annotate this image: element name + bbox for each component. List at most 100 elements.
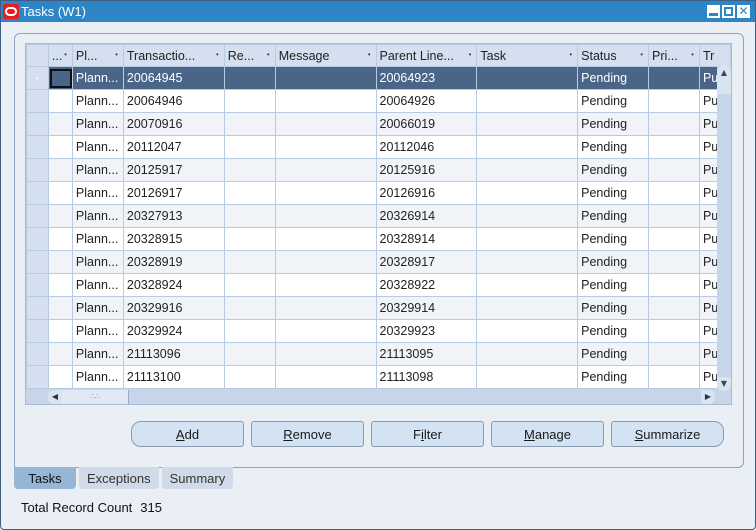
cell-plan[interactable]: Plann... (71, 250, 124, 274)
cell-transaction[interactable]: 21113100 (122, 365, 225, 389)
flag-cell[interactable] (47, 66, 73, 90)
cell-re[interactable] (223, 319, 276, 343)
cell-plan[interactable]: Plann... (71, 227, 124, 251)
column-header-message[interactable]: Message • (274, 44, 377, 67)
cell-task[interactable] (476, 227, 579, 251)
cell-parent-line[interactable]: 20326914 (375, 204, 478, 228)
table-row[interactable]: Plann... 20327913 20326914 Pending Pu (26, 204, 731, 228)
table-row[interactable]: Plann... 20125917 20125916 Pending Pu (26, 158, 731, 182)
flag-cell[interactable] (47, 319, 73, 343)
cell-task[interactable] (476, 158, 579, 182)
cell-parent-line[interactable]: 20328914 (375, 227, 478, 251)
flag-cell[interactable] (47, 112, 73, 136)
cell-re[interactable] (223, 135, 276, 159)
flag-cell[interactable] (47, 158, 73, 182)
tab-exceptions[interactable]: Exceptions (79, 467, 159, 489)
cell-status[interactable]: Pending (577, 112, 650, 136)
maximize-button[interactable] (722, 5, 735, 18)
cell-message[interactable] (274, 135, 377, 159)
flag-cell[interactable] (47, 89, 73, 113)
row-selector[interactable] (26, 158, 49, 182)
sort-indicator-icon[interactable]: • (640, 50, 643, 59)
cell-transaction[interactable]: 20328924 (122, 273, 225, 297)
cell-task[interactable] (476, 365, 579, 389)
cell-priority[interactable] (648, 250, 700, 274)
manage-button[interactable]: Manage (491, 421, 604, 447)
filter-button[interactable]: Fi lter (371, 421, 484, 447)
cell-parent-line[interactable]: 21113095 (375, 342, 478, 366)
cell-priority[interactable] (648, 89, 700, 113)
flag-cell[interactable] (47, 227, 73, 251)
cell-status[interactable]: Pending (577, 204, 650, 228)
cell-priority[interactable] (648, 112, 700, 136)
row-selector[interactable] (26, 365, 49, 389)
cell-parent-line[interactable]: 20064926 (375, 89, 478, 113)
table-row[interactable]: Plann... 20126917 20126916 Pending Pu (26, 181, 731, 205)
cell-transaction[interactable]: 20070916 (122, 112, 225, 136)
column-header-tr[interactable]: Tr (698, 44, 731, 67)
cell-status[interactable]: Pending (577, 66, 650, 90)
close-button[interactable]: ✕ (737, 5, 750, 18)
cell-status[interactable]: Pending (577, 296, 650, 320)
cell-message[interactable] (274, 112, 377, 136)
cell-re[interactable] (223, 296, 276, 320)
cell-transaction[interactable]: 20112047 (122, 135, 225, 159)
horizontal-scrollbar[interactable]: ◀ ∴∴ ▶ (48, 390, 715, 404)
cell-plan[interactable]: Plann... (71, 204, 124, 228)
column-header-priority[interactable]: Pri... • (648, 44, 700, 67)
remove-button[interactable]: Remove (251, 421, 364, 447)
cell-re[interactable] (223, 342, 276, 366)
cell-status[interactable]: Pending (577, 319, 650, 343)
add-button[interactable]: Add (131, 421, 244, 447)
cell-parent-line[interactable]: 21113098 (375, 365, 478, 389)
row-selector[interactable] (26, 89, 49, 113)
cell-parent-line[interactable]: 20125916 (375, 158, 478, 182)
cell-task[interactable] (476, 296, 579, 320)
cell-transaction[interactable]: 20125917 (122, 158, 225, 182)
row-selector[interactable] (26, 204, 49, 228)
cell-re[interactable] (223, 89, 276, 113)
scroll-right-arrow-icon[interactable]: ▶ (701, 390, 715, 404)
cell-task[interactable] (476, 204, 579, 228)
cell-transaction[interactable]: 20329916 (122, 296, 225, 320)
cell-re[interactable] (223, 181, 276, 205)
cell-parent-line[interactable]: 20064923 (375, 66, 478, 90)
column-header-task[interactable]: Task • (476, 44, 579, 67)
row-selector[interactable] (26, 227, 49, 251)
flag-cell[interactable] (47, 181, 73, 205)
summarize-button[interactable]: Summarize (611, 421, 724, 447)
cell-message[interactable] (274, 227, 377, 251)
cell-status[interactable]: Pending (577, 89, 650, 113)
cell-status[interactable]: Pending (577, 181, 650, 205)
cell-priority[interactable] (648, 365, 700, 389)
cell-message[interactable] (274, 365, 377, 389)
cell-task[interactable] (476, 319, 579, 343)
sort-indicator-icon[interactable]: • (64, 50, 67, 59)
cell-message[interactable] (274, 181, 377, 205)
row-selector[interactable] (26, 273, 49, 297)
row-selector[interactable] (26, 135, 49, 159)
cell-task[interactable] (476, 66, 579, 90)
row-selector[interactable] (26, 250, 49, 274)
cell-re[interactable] (223, 66, 276, 90)
scroll-down-arrow-icon[interactable]: ▼ (717, 377, 731, 391)
cell-plan[interactable]: Plann... (71, 319, 124, 343)
sort-indicator-icon[interactable]: • (569, 50, 572, 59)
cell-status[interactable]: Pending (577, 158, 650, 182)
table-row[interactable]: Plann... 20329916 20329914 Pending Pu (26, 296, 731, 320)
cell-status[interactable]: Pending (577, 250, 650, 274)
tab-tasks[interactable]: Tasks (14, 467, 76, 489)
row-selector[interactable] (26, 181, 49, 205)
cell-transaction[interactable]: 20328915 (122, 227, 225, 251)
column-header-transaction[interactable]: Transactio... • (122, 44, 225, 67)
cell-status[interactable]: Pending (577, 365, 650, 389)
table-row[interactable]: Plann... 20328919 20328917 Pending Pu (26, 250, 731, 274)
cell-transaction[interactable]: 20064945 (122, 66, 225, 90)
flag-cell[interactable] (47, 250, 73, 274)
cell-priority[interactable] (648, 319, 700, 343)
cell-task[interactable] (476, 181, 579, 205)
cell-status[interactable]: Pending (577, 135, 650, 159)
horizontal-scroll-thumb[interactable]: ∴∴ (62, 390, 129, 404)
row-selector[interactable] (26, 342, 49, 366)
scroll-left-arrow-icon[interactable]: ◀ (48, 390, 62, 404)
